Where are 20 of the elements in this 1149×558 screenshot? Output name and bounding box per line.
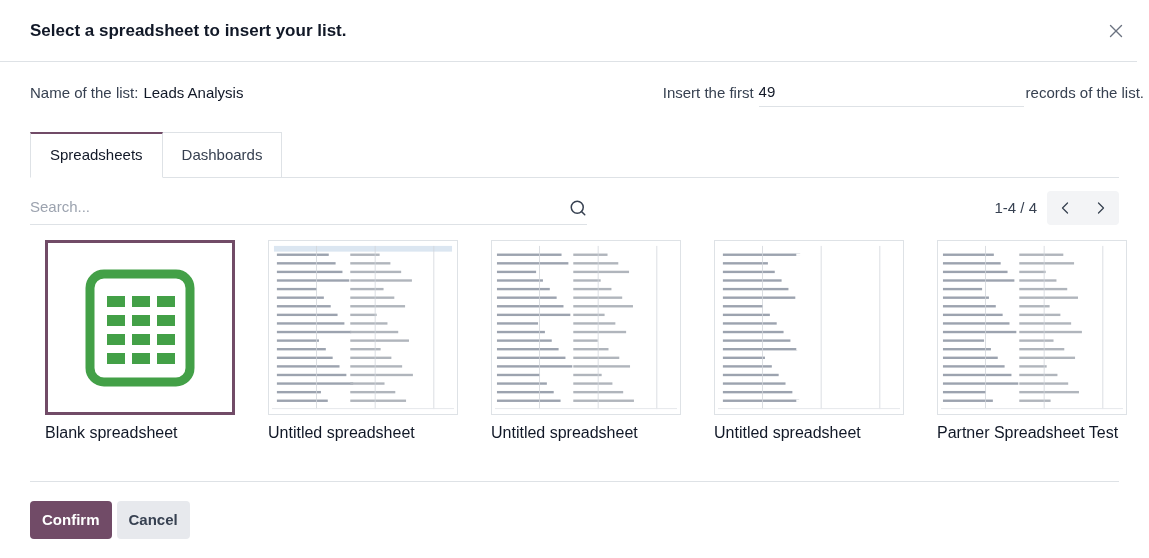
confirm-button[interactable]: Confirm xyxy=(30,501,112,539)
spreadsheet-thumbnail[interactable] xyxy=(45,240,235,415)
spreadsheet-icon xyxy=(85,268,195,387)
records-count-field[interactable]: 49 xyxy=(758,79,1024,107)
search-icon xyxy=(569,198,587,217)
list-name-label: Name of the list: xyxy=(30,82,139,103)
pager-range: 1-4 / 4 xyxy=(994,197,1037,218)
spreadsheet-name: Untitled spreadsheet xyxy=(268,423,416,443)
cancel-button[interactable]: Cancel xyxy=(116,501,190,539)
spreadsheet-name: Blank spreadsheet xyxy=(45,423,179,443)
tab[interactable]: Dashboards xyxy=(162,132,283,178)
list-name-value: Leads Analysis xyxy=(143,82,244,103)
search-field[interactable]: Search... xyxy=(30,196,569,219)
spreadsheet-name: Partner Spreadsheet Test xyxy=(937,423,1120,443)
dialog-title: Select a spreadsheet to insert your list. xyxy=(30,19,347,42)
spreadsheet-name: Untitled spreadsheet xyxy=(714,423,862,443)
insert-label: Insert the first xyxy=(662,82,754,103)
tab[interactable]: Spreadsheets xyxy=(30,132,163,178)
records-suffix: records of the list. xyxy=(1025,82,1144,103)
spreadsheet-name: Untitled spreadsheet xyxy=(491,423,639,443)
